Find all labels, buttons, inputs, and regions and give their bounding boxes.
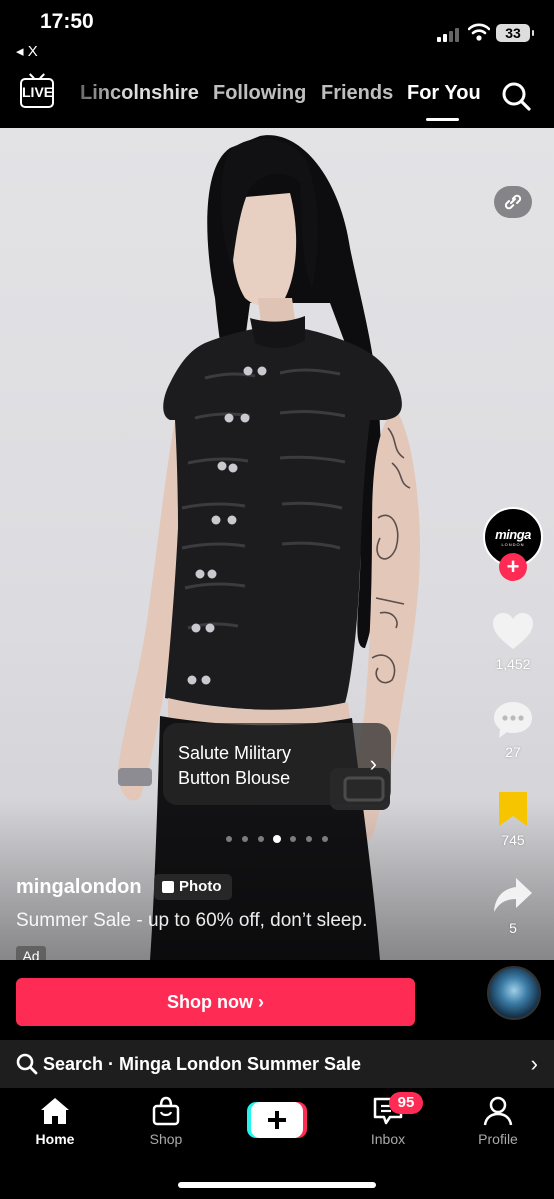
product-card[interactable]: Salute Military Button Blouse ›	[163, 723, 391, 805]
comment-icon[interactable]	[492, 700, 534, 740]
tab-for-you[interactable]: For You	[407, 82, 481, 105]
carousel-dot	[290, 836, 296, 842]
carousel-dot	[242, 836, 248, 842]
link-icon[interactable]	[494, 186, 532, 218]
shop-now-button[interactable]: Shop now ›	[16, 978, 415, 1026]
post-caption[interactable]: Summer Sale - up to 60% off, don’t sleep…	[16, 910, 367, 932]
nav-home[interactable]: Home	[15, 1088, 95, 1158]
music-disc-avatar[interactable]	[487, 966, 541, 1020]
likes-count: 1,452	[495, 656, 531, 672]
top-navigation: LIVE Lincolnshire Following Friends For …	[0, 70, 554, 128]
follow-button[interactable]: +	[499, 553, 527, 581]
carousel-dot	[306, 836, 312, 842]
related-search-bar[interactable]: Search · Minga London Summer Sale ›	[0, 1040, 554, 1088]
search-icon	[16, 1053, 38, 1075]
chevron-right-icon: ›	[530, 1051, 538, 1076]
nav-profile[interactable]: Profile	[458, 1088, 538, 1158]
shares-count: 5	[509, 920, 517, 936]
home-indicator	[178, 1182, 376, 1188]
chevron-right-icon: ›	[369, 751, 377, 776]
back-to-app-link[interactable]: ◂ X	[16, 42, 38, 60]
product-name: Salute Military Button Blouse	[178, 743, 292, 788]
post-username[interactable]: mingalondon	[16, 876, 142, 899]
carousel-dot	[322, 836, 328, 842]
comments-count: 27	[505, 744, 521, 760]
heart-icon[interactable]	[492, 612, 534, 652]
saves-count: 745	[501, 832, 525, 848]
wifi-icon	[468, 23, 490, 41]
search-icon[interactable]	[500, 80, 532, 112]
clock: 17:50	[40, 10, 94, 33]
photo-badge: Photo	[154, 874, 232, 900]
tab-friends[interactable]: Friends	[321, 82, 393, 105]
create-post-button[interactable]	[247, 1102, 307, 1138]
status-bar: 17:50 ◂ X 33	[0, 0, 554, 70]
share-icon[interactable]	[492, 876, 534, 916]
profile-icon	[483, 1096, 513, 1126]
nav-shop[interactable]: Shop	[126, 1088, 206, 1158]
plus-icon	[268, 1111, 286, 1129]
tab-lincolnshire[interactable]: Lincolnshire	[80, 82, 199, 105]
live-icon[interactable]: LIVE	[20, 78, 54, 108]
carousel-dot	[258, 836, 264, 842]
carousel-dot	[226, 836, 232, 842]
bookmark-icon[interactable]	[497, 790, 529, 828]
related-search-text: Search · Minga London Summer Sale	[43, 1054, 362, 1074]
shopping-bag-icon	[152, 1096, 180, 1126]
tab-following[interactable]: Following	[213, 82, 306, 105]
battery-indicator: 33	[496, 24, 534, 42]
inbox-notification-badge: 95	[389, 1092, 423, 1114]
photo-icon	[162, 881, 174, 893]
home-icon	[41, 1098, 69, 1124]
cellular-signal-icon	[437, 28, 463, 42]
active-tab-indicator	[426, 118, 459, 121]
carousel-dot-active	[273, 835, 281, 843]
